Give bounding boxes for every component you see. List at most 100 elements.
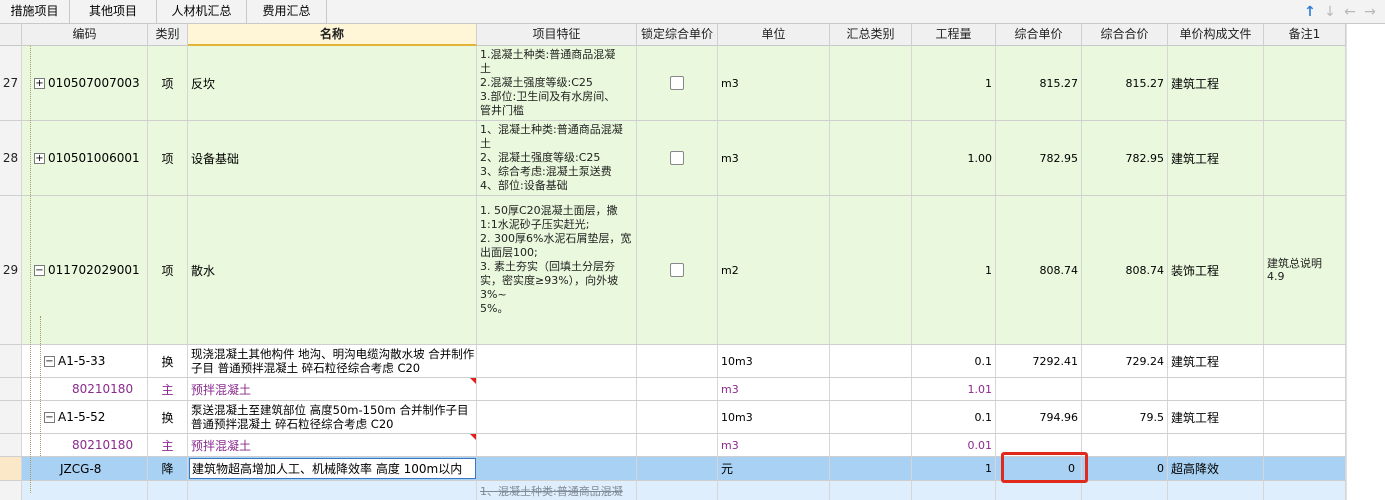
lock-checkbox[interactable] <box>670 76 684 90</box>
header-code[interactable]: 编码 <box>22 24 148 46</box>
type-cell[interactable]: 换 <box>148 401 188 433</box>
feature-cell[interactable]: 1.混凝土种类:普通商品混凝 土 2.混凝土强度等级:C25 3.部位:卫生间及… <box>477 46 637 120</box>
table-row[interactable]: 27 +010507007003 项 反坎 1.混凝土种类:普通商品混凝 土 2… <box>0 46 1346 121</box>
code-cell[interactable]: +010507007003 <box>22 46 148 120</box>
move-up-icon[interactable]: ↑ <box>1301 2 1319 22</box>
price-file-cell[interactable]: 建筑工程 <box>1168 121 1264 195</box>
note-cell[interactable] <box>1264 481 1346 500</box>
feature-cell[interactable] <box>477 401 637 433</box>
unit-price-cell[interactable]: 808.74 <box>996 196 1082 344</box>
move-left-icon[interactable]: ← <box>1341 2 1359 22</box>
expand-icon[interactable]: + <box>34 152 45 164</box>
unit-price-cell[interactable]: 815.27 <box>996 46 1082 120</box>
unit-price-cell[interactable] <box>996 481 1082 500</box>
feature-cell[interactable] <box>477 378 637 400</box>
summary-type-cell[interactable] <box>830 378 912 400</box>
price-file-cell[interactable]: 建筑工程 <box>1168 46 1264 120</box>
name-cell[interactable] <box>188 481 477 500</box>
table-row[interactable]: 1、混凝土种类:普通商品混凝 <box>0 481 1346 500</box>
feature-cell[interactable] <box>477 434 637 456</box>
price-file-cell[interactable]: 超高降效 <box>1168 457 1264 480</box>
collapse-icon[interactable]: − <box>44 411 55 423</box>
tab-other-items[interactable]: 其他项目 <box>70 0 157 24</box>
note-cell[interactable] <box>1264 434 1346 456</box>
code-cell[interactable] <box>22 481 148 500</box>
summary-type-cell[interactable] <box>830 196 912 344</box>
unit-price-cell[interactable] <box>996 378 1082 400</box>
type-cell[interactable]: 主 <box>148 434 188 456</box>
header-note[interactable]: 备注1 <box>1264 24 1346 46</box>
feature-cell[interactable]: 1、混凝土种类:普通商品混凝 土 2、混凝土强度等级:C25 3、综合考虑:混凝… <box>477 121 637 195</box>
header-quantity[interactable]: 工程量 <box>912 24 996 46</box>
name-cell[interactable]: 散水 <box>188 196 477 344</box>
table-row[interactable]: 29 −011702029001 项 散水 1. 50厚C20混凝土面层，撒 1… <box>0 196 1346 345</box>
note-cell[interactable]: 建筑总说明 4.9 <box>1264 196 1346 344</box>
code-cell[interactable]: +010501006001 <box>22 121 148 195</box>
summary-type-cell[interactable] <box>830 481 912 500</box>
code-cell[interactable]: JZCG-8 <box>22 457 148 480</box>
table-row[interactable]: 28 +010501006001 项 设备基础 1、混凝土种类:普通商品混凝 土… <box>0 121 1346 196</box>
type-cell[interactable]: 降 <box>148 457 188 480</box>
name-cell[interactable]: 泵送混凝土至建筑部位 高度50m-150m 合并制作子目 普通预拌混凝土 碎石粒… <box>188 401 477 433</box>
header-lock-price[interactable]: 锁定综合单价 <box>637 24 718 46</box>
name-cell[interactable]: 设备基础 <box>188 121 477 195</box>
name-cell[interactable]: 预拌混凝土 <box>188 378 477 400</box>
collapse-icon[interactable]: − <box>44 355 55 367</box>
feature-cell[interactable]: 1、混凝土种类:普通商品混凝 <box>477 481 637 500</box>
table-row[interactable]: 80210180 主 预拌混凝土 m3 1.01 <box>0 378 1346 401</box>
name-edit-field[interactable]: 建筑物超高增加人工、机械降效率 高度 100m以内 <box>189 458 476 479</box>
type-cell[interactable]: 项 <box>148 121 188 195</box>
name-cell[interactable]: 预拌混凝土 <box>188 434 477 456</box>
price-file-cell[interactable] <box>1168 434 1264 456</box>
price-file-cell[interactable] <box>1168 481 1264 500</box>
price-file-cell[interactable]: 装饰工程 <box>1168 196 1264 344</box>
header-summary-type[interactable]: 汇总类别 <box>830 24 912 46</box>
type-cell[interactable] <box>148 481 188 500</box>
summary-type-cell[interactable] <box>830 434 912 456</box>
table-row-selected[interactable]: JZCG-8 降 建筑物超高增加人工、机械降效率 高度 100m以内 元 1 0… <box>0 457 1346 481</box>
type-cell[interactable]: 项 <box>148 196 188 344</box>
lock-checkbox[interactable] <box>670 151 684 165</box>
header-total-price[interactable]: 综合合价 <box>1082 24 1168 46</box>
header-unit-price[interactable]: 综合单价 <box>996 24 1082 46</box>
summary-type-cell[interactable] <box>830 121 912 195</box>
move-right-icon[interactable]: → <box>1361 2 1379 22</box>
unit-cell[interactable]: m3 <box>718 121 830 195</box>
header-feature[interactable]: 项目特征 <box>477 24 637 46</box>
quantity-cell[interactable]: 0.1 <box>912 345 996 377</box>
header-price-file[interactable]: 单价构成文件 <box>1168 24 1264 46</box>
type-cell[interactable]: 换 <box>148 345 188 377</box>
name-cell[interactable]: 反坎 <box>188 46 477 120</box>
summary-type-cell[interactable] <box>830 457 912 480</box>
header-type[interactable]: 类别 <box>148 24 188 46</box>
header-name[interactable]: 名称 <box>188 24 477 46</box>
quantity-cell[interactable]: 1.01 <box>912 378 996 400</box>
note-cell[interactable] <box>1264 46 1346 120</box>
note-cell[interactable] <box>1264 121 1346 195</box>
tab-measures[interactable]: 措施项目 <box>0 0 70 24</box>
move-down-icon[interactable]: ↓ <box>1321 2 1339 22</box>
summary-type-cell[interactable] <box>830 401 912 433</box>
unit-cell[interactable]: m2 <box>718 196 830 344</box>
unit-cell[interactable]: 10m3 <box>718 401 830 433</box>
expand-icon[interactable]: + <box>34 77 45 89</box>
unit-cell[interactable]: m3 <box>718 46 830 120</box>
name-cell[interactable]: 现浇混凝土其他构件 地沟、明沟电缆沟散水坡 合并制作子目 普通预拌混凝土 碎石粒… <box>188 345 477 377</box>
lock-checkbox[interactable] <box>670 263 684 277</box>
price-file-cell[interactable] <box>1168 378 1264 400</box>
note-cell[interactable] <box>1264 401 1346 433</box>
quantity-cell[interactable]: 1 <box>912 46 996 120</box>
tab-cost-summary[interactable]: 费用汇总 <box>247 0 327 24</box>
note-cell[interactable] <box>1264 457 1346 480</box>
quantity-cell[interactable] <box>912 481 996 500</box>
note-cell[interactable] <box>1264 378 1346 400</box>
unit-price-cell[interactable]: 7292.41 <box>996 345 1082 377</box>
collapse-icon[interactable]: − <box>34 264 45 276</box>
table-row[interactable]: − A1-5-52 换 泵送混凝土至建筑部位 高度50m-150m 合并制作子目 … <box>0 401 1346 434</box>
table-row[interactable]: − A1-5-33 换 现浇混凝土其他构件 地沟、明沟电缆沟散水坡 合并制作子目 … <box>0 345 1346 378</box>
quantity-cell[interactable]: 0.1 <box>912 401 996 433</box>
unit-price-cell[interactable]: 794.96 <box>996 401 1082 433</box>
feature-cell[interactable] <box>477 345 637 377</box>
unit-cell[interactable]: m3 <box>718 434 830 456</box>
quantity-cell[interactable]: 1.00 <box>912 121 996 195</box>
